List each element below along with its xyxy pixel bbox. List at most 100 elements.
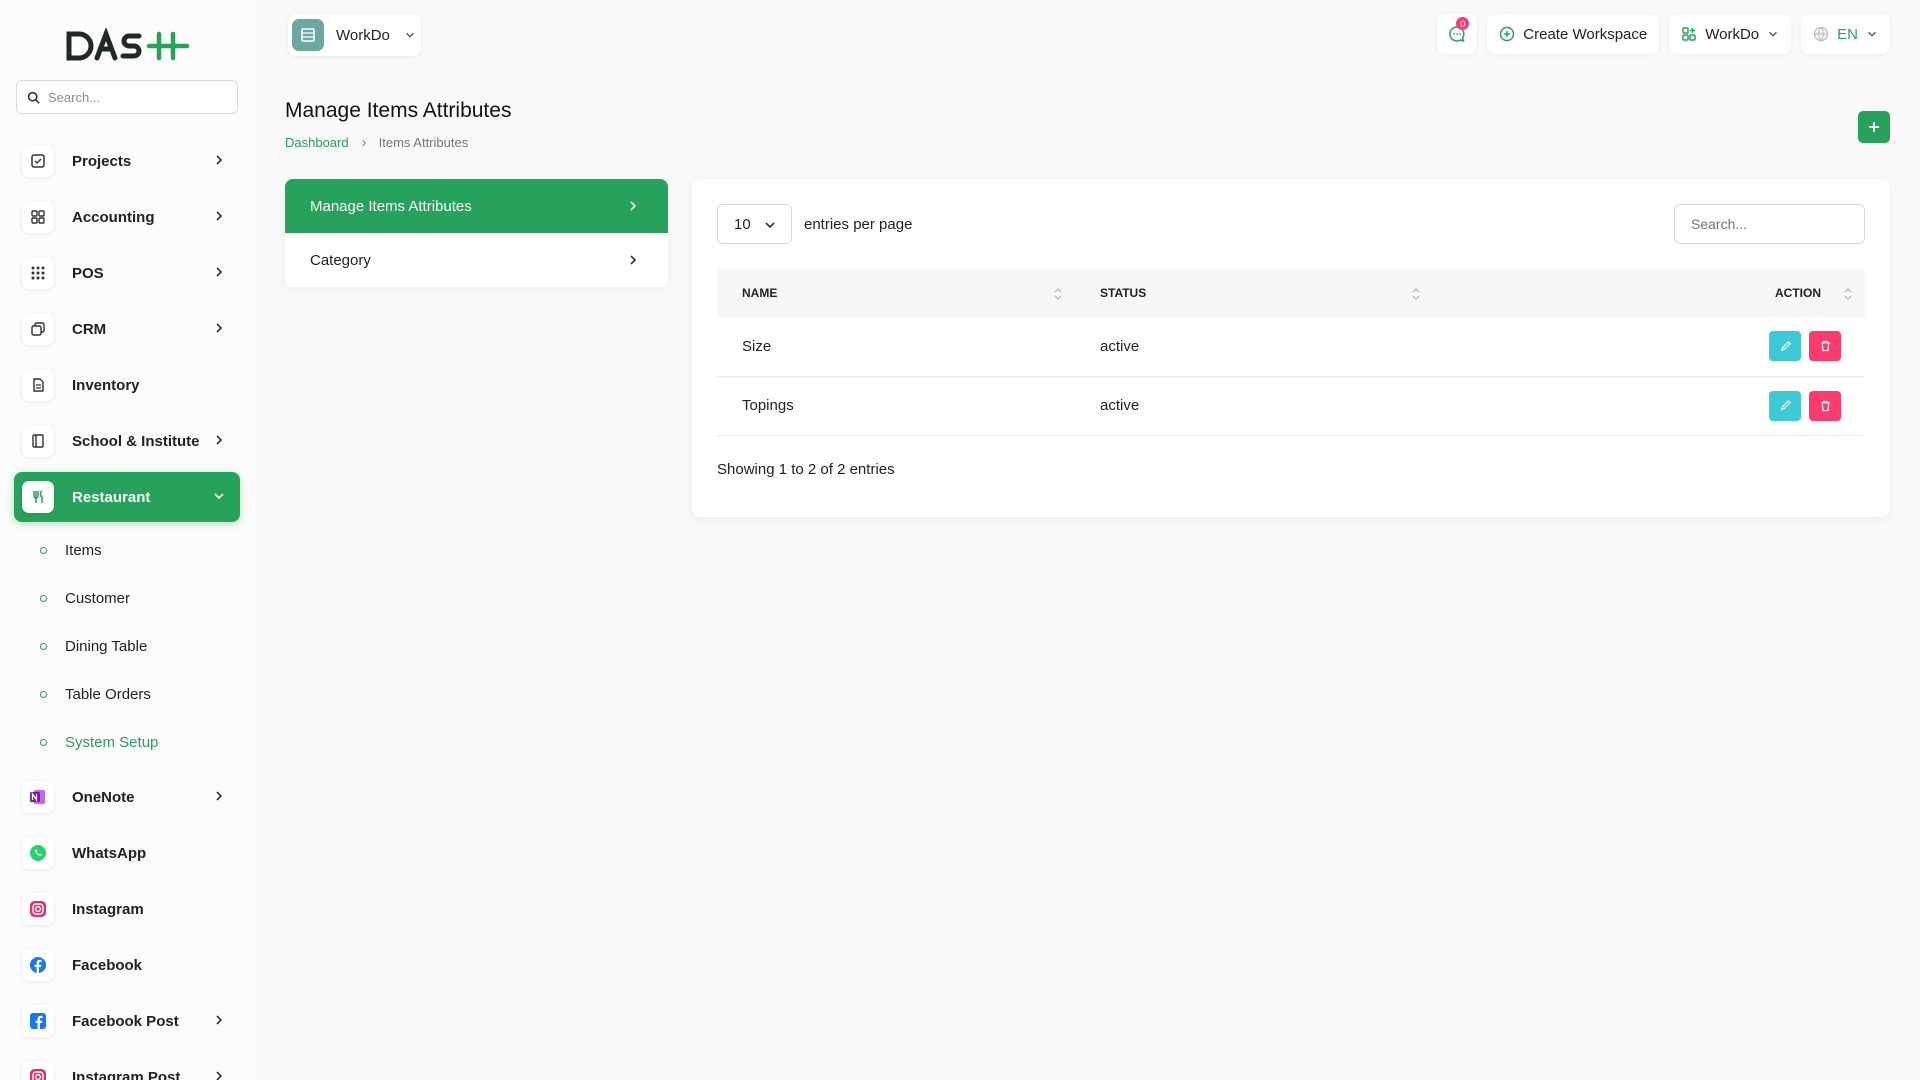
restaurant-submenu: Items Customer Dining Table Table Orders…: [14, 526, 240, 766]
sidebar-item-whatsapp[interactable]: WhatsApp: [14, 828, 240, 878]
sidebar-item-label: School & Institute: [72, 432, 200, 450]
book-icon: [22, 425, 54, 457]
add-button[interactable]: [1858, 111, 1890, 143]
cell-name: Size: [717, 317, 1075, 377]
cell-status: active: [1075, 317, 1433, 377]
chevron-right-icon: [216, 267, 223, 277]
column-label: ACTION: [1775, 286, 1821, 300]
notification-badge: 0: [1456, 17, 1470, 30]
language-selector[interactable]: EN: [1801, 14, 1890, 54]
delete-button[interactable]: [1809, 331, 1841, 362]
edit-button[interactable]: [1769, 331, 1801, 362]
column-status[interactable]: STATUS: [1075, 269, 1433, 317]
sort-icon: [1054, 288, 1062, 300]
table-header-row: NAME STATUS ACTION: [717, 269, 1865, 317]
globe-icon: [1814, 26, 1829, 42]
sidebar-item-school[interactable]: School & Institute: [14, 416, 240, 466]
create-workspace-button[interactable]: Create Workspace: [1487, 14, 1660, 54]
sidebar-item-label: Facebook Post: [72, 1012, 179, 1030]
workspace-switcher[interactable]: WorkDo: [288, 14, 421, 56]
submenu-item-table-orders[interactable]: Table Orders: [40, 670, 240, 718]
submenu-item-dining-table[interactable]: Dining Table: [40, 622, 240, 670]
whatsapp-icon: [22, 837, 54, 869]
check-square-icon: [22, 145, 54, 177]
per-page-select[interactable]: 10: [717, 204, 792, 244]
chevron-right-icon: [216, 791, 223, 801]
column-label: NAME: [742, 286, 778, 300]
page-title: Manage Items Attributes: [285, 99, 512, 122]
submenu-item-label: Items: [65, 541, 102, 559]
sidebar-item-label: Accounting: [72, 208, 155, 226]
sidebar-item-onenote[interactable]: OneNote: [14, 772, 240, 822]
edit-button[interactable]: [1769, 390, 1801, 421]
bullet-icon: [40, 690, 47, 698]
sidebar-item-facebook-post[interactable]: Facebook Post: [14, 996, 240, 1046]
attributes-table: NAME STATUS ACTION Size active Topings a…: [717, 269, 1865, 436]
messages-button[interactable]: 0: [1437, 14, 1478, 54]
column-name[interactable]: NAME: [717, 269, 1075, 317]
chevron-right-icon: [361, 139, 366, 146]
instagram-icon: [22, 893, 54, 925]
sort-icon: [1412, 288, 1420, 300]
sidebar-item-inventory[interactable]: Inventory: [14, 360, 240, 410]
sidebar-search[interactable]: Search...: [16, 80, 238, 114]
sidebar-item-label: CRM: [72, 320, 107, 338]
sidebar-item-label: POS: [72, 264, 104, 282]
dash-logo[interactable]: [65, 28, 190, 64]
facebook-icon: [22, 949, 54, 981]
settings-menu: Manage Items Attributes Category: [285, 179, 668, 287]
chevron-down-icon: [405, 32, 414, 38]
sidebar-item-facebook[interactable]: Facebook: [14, 940, 240, 990]
chevron-down-icon: [1868, 31, 1876, 37]
sidebar-item-restaurant[interactable]: Restaurant: [14, 472, 240, 522]
submenu-item-label: System Setup: [65, 733, 159, 751]
workspace-menu[interactable]: WorkDo: [1669, 14, 1792, 54]
sidebar-item-crm[interactable]: CRM: [14, 304, 240, 354]
submenu-item-label: Table Orders: [65, 685, 151, 703]
sidebar-nav: Projects Accounting POS CRM Inventory Sc…: [14, 136, 240, 1080]
bullet-icon: [40, 594, 47, 602]
pencil-icon: [1780, 340, 1791, 351]
bullet-icon: [40, 642, 47, 650]
breadcrumb-dashboard[interactable]: Dashboard: [285, 135, 349, 150]
dots-grid-icon: [22, 257, 54, 289]
submenu-item-customer[interactable]: Customer: [40, 574, 240, 622]
per-page-label: entries per page: [804, 215, 913, 233]
sidebar-item-projects[interactable]: Projects: [14, 136, 240, 186]
sidebar-item-pos[interactable]: POS: [14, 248, 240, 298]
plus-circle-icon: [1500, 26, 1515, 42]
cell-name: Topings: [717, 376, 1075, 436]
bullet-icon: [40, 738, 47, 746]
sidebar-item-instagram[interactable]: Instagram: [14, 884, 240, 934]
bullet-icon: [40, 546, 47, 554]
delete-button[interactable]: [1809, 390, 1841, 421]
submenu-item-label: Customer: [65, 589, 131, 607]
sidebar-item-label: Facebook: [72, 956, 143, 974]
entries-per-page: 10 entries per page: [717, 204, 912, 244]
sidebar-item-label: Instagram: [72, 900, 144, 918]
sidebar: Search... Projects Accounting POS CRM In…: [0, 0, 255, 1080]
language-label: EN: [1837, 25, 1858, 43]
workspace-avatar: [292, 19, 324, 51]
sidebar-item-label: OneNote: [72, 788, 135, 806]
workspace-name: WorkDo: [336, 26, 390, 44]
sidebar-item-accounting[interactable]: Accounting: [14, 192, 240, 242]
trash-icon: [1820, 400, 1830, 411]
utensils-icon: [22, 481, 54, 513]
apps-icon: [1682, 27, 1696, 41]
table-search-input[interactable]: [1674, 204, 1865, 244]
chevron-right-icon: [216, 211, 223, 221]
submenu-item-items[interactable]: Items: [40, 526, 240, 574]
column-action[interactable]: ACTION: [1433, 269, 1865, 317]
sidebar-item-label: WhatsApp: [72, 844, 147, 862]
chevron-right-icon: [630, 255, 637, 265]
cell-status: active: [1075, 376, 1433, 436]
menu-item-category[interactable]: Category: [285, 233, 668, 287]
submenu-item-system-setup[interactable]: System Setup: [40, 718, 240, 766]
table-row: Topings active: [717, 376, 1865, 436]
cell-actions: [1433, 317, 1865, 377]
menu-item-manage-items-attributes[interactable]: Manage Items Attributes: [285, 179, 668, 233]
sidebar-item-instagram-post[interactable]: Instagram Post: [14, 1052, 240, 1080]
plus-icon: [1869, 122, 1879, 132]
chevron-right-icon: [216, 1015, 223, 1025]
